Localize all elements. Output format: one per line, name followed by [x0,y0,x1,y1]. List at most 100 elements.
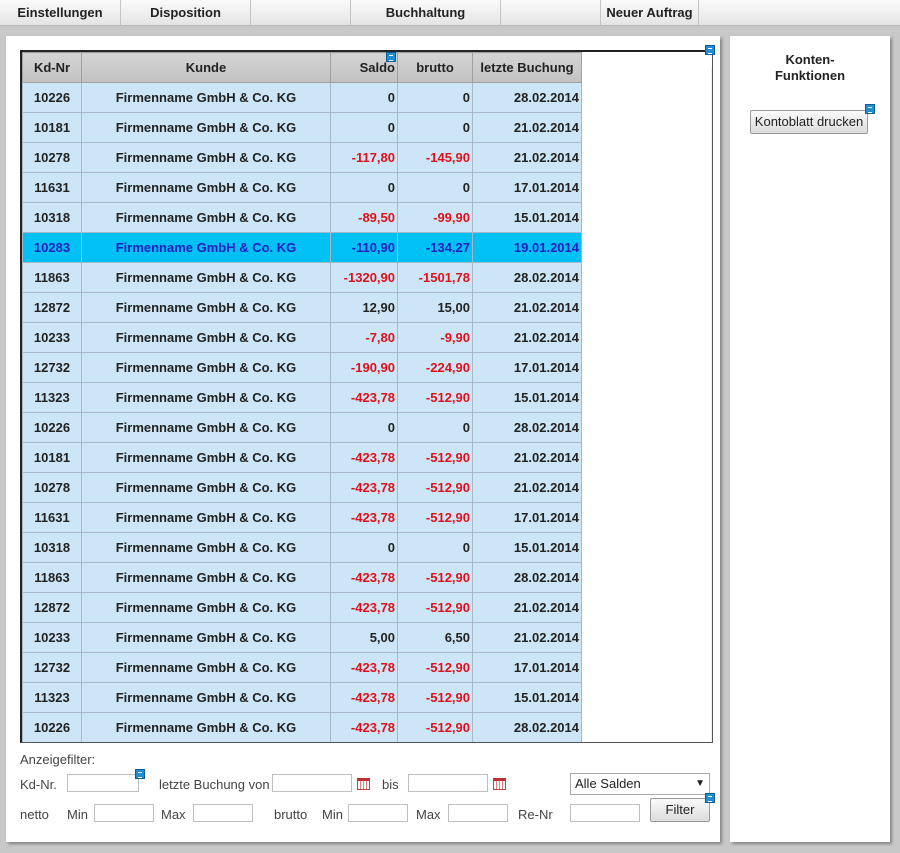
brutto-min-input[interactable] [348,804,408,822]
cell-kdnr: 11323 [22,682,82,713]
date-from-input[interactable] [272,774,352,792]
table-row[interactable]: 10181 Firmenname GmbH & Co. KG -423,78 -512… [22,442,582,473]
cell-kdnr: 10278 [22,472,82,503]
cell-kdnr: 12732 [22,352,82,383]
table-row[interactable]: 12872 Firmenname GmbH & Co. KG -423,78 -512… [22,592,582,623]
table-row[interactable]: 10226 Firmenname GmbH & Co. KG -423,78 -512… [22,712,582,742]
calendar-icon[interactable] [357,778,370,790]
cell-kdnr: 11323 [22,382,82,413]
menu-item-empty-2[interactable] [501,0,601,25]
cell-kdnr: 12872 [22,592,82,623]
cell-brutto: -512,90 [397,502,473,533]
cell-letzte-buchung: 28.02.2014 [472,82,582,113]
column-header-kdnr[interactable]: Kd-Nr [22,52,82,83]
customer-grid: Kd-Nr Kunde Saldo brutto letzte Buchung … [20,50,713,743]
cell-letzte-buchung: 21.02.2014 [472,472,582,503]
cell-brutto: -9,90 [397,322,473,353]
netto-min-label: Min [67,807,88,822]
note-icon[interactable] [135,769,145,779]
cell-brutto: -512,90 [397,442,473,473]
menu-item-empty-1[interactable] [251,0,351,25]
cell-brutto: -512,90 [397,652,473,683]
cell-saldo: -423,78 [330,562,398,593]
calendar-icon[interactable] [493,778,506,790]
cell-letzte-buchung: 19.01.2014 [472,232,582,263]
table-row[interactable]: 10226 Firmenname GmbH & Co. KG 0 0 28.02.201… [22,412,582,443]
kdnr-filter-input[interactable] [67,774,139,792]
brutto-label: brutto [274,807,308,822]
note-icon[interactable] [386,52,396,62]
cell-saldo: 0 [330,82,398,113]
netto-min-input[interactable] [94,804,154,822]
cell-letzte-buchung: 21.02.2014 [472,622,582,653]
cell-kunde: Firmenname GmbH & Co. KG [81,622,331,653]
cell-brutto: -99,90 [397,202,473,233]
note-icon[interactable] [705,45,715,55]
table-row[interactable]: 10283 Firmenname GmbH & Co. KG -110,90 -134… [22,232,582,263]
menu-item-disposition[interactable]: Disposition [121,0,251,25]
cell-kunde: Firmenname GmbH & Co. KG [81,712,331,742]
netto-max-input[interactable] [193,804,253,822]
note-icon[interactable] [865,104,875,114]
side-title-line2: Funktionen [774,68,846,83]
renr-input[interactable] [570,804,640,822]
date-to-input[interactable] [408,774,488,792]
table-row[interactable]: 10318 Firmenname GmbH & Co. KG -89,50 -99,9… [22,202,582,233]
cell-brutto: -512,90 [397,682,473,713]
table-row[interactable]: 11323 Firmenname GmbH & Co. KG -423,78 -512… [22,682,582,713]
cell-brutto: 0 [397,112,473,143]
table-row[interactable]: 11323 Firmenname GmbH & Co. KG -423,78 -512… [22,382,582,413]
cell-kunde: Firmenname GmbH & Co. KG [81,532,331,563]
table-row[interactable]: 11863 Firmenname GmbH & Co. KG -423,78 -512… [22,562,582,593]
filter-button[interactable]: Filter [650,798,710,822]
table-row[interactable]: 11631 Firmenname GmbH & Co. KG -423,78 -512… [22,502,582,533]
cell-brutto: 0 [397,172,473,203]
cell-kunde: Firmenname GmbH & Co. KG [81,562,331,593]
table-row[interactable]: 11631 Firmenname GmbH & Co. KG 0 0 17.01.201… [22,172,582,203]
cell-kdnr: 10226 [22,82,82,113]
cell-letzte-buchung: 21.02.2014 [472,442,582,473]
cell-kunde: Firmenname GmbH & Co. KG [81,502,331,533]
column-header-kunde[interactable]: Kunde [81,52,331,83]
cell-saldo: -423,78 [330,382,398,413]
cell-kunde: Firmenname GmbH & Co. KG [81,172,331,203]
cell-saldo: -423,78 [330,472,398,503]
brutto-max-input[interactable] [448,804,508,822]
cell-letzte-buchung: 28.02.2014 [472,712,582,742]
table-row[interactable]: 12732 Firmenname GmbH & Co. KG -423,78 -512… [22,652,582,683]
table-row[interactable]: 10318 Firmenname GmbH & Co. KG 0 0 15.01.201… [22,532,582,563]
note-icon[interactable] [705,793,715,803]
cell-letzte-buchung: 21.02.2014 [472,112,582,143]
table-row[interactable]: 10226 Firmenname GmbH & Co. KG 0 0 28.02.201… [22,82,582,113]
salden-select[interactable]: Alle Salden ▼ [570,773,710,795]
table-row[interactable]: 10233 Firmenname GmbH & Co. KG -7,80 -9,90 2… [22,322,582,353]
menu-item-buchhaltung[interactable]: Buchhaltung [351,0,501,25]
filter-title: Anzeigefilter: [20,752,96,767]
cell-brutto: -224,90 [397,352,473,383]
table-row[interactable]: 10181 Firmenname GmbH & Co. KG 0 0 21.02.201… [22,112,582,143]
table-row[interactable]: 12872 Firmenname GmbH & Co. KG 12,90 15,00 2… [22,292,582,323]
cell-kunde: Firmenname GmbH & Co. KG [81,592,331,623]
kontoblatt-drucken-button[interactable]: Kontoblatt drucken [750,110,868,134]
table-row[interactable]: 10278 Firmenname GmbH & Co. KG -423,78 -512… [22,472,582,503]
cell-saldo: 5,00 [330,622,398,653]
menu-item-neuer-auftrag[interactable]: Neuer Auftrag [601,0,699,25]
cell-kdnr: 10226 [22,712,82,742]
column-header-brutto[interactable]: brutto [397,52,473,83]
cell-letzte-buchung: 28.02.2014 [472,412,582,443]
cell-kdnr: 10278 [22,142,82,173]
table-row[interactable]: 10233 Firmenname GmbH & Co. KG 5,00 6,50 21.… [22,622,582,653]
menu-item-einstellungen[interactable]: Einstellungen [0,0,121,25]
cell-kdnr: 12732 [22,652,82,683]
cell-saldo: -190,90 [330,352,398,383]
table-row[interactable]: 11863 Firmenname GmbH & Co. KG -1320,90 -15… [22,262,582,293]
column-header-letzte-buchung[interactable]: letzte Buchung [472,52,582,83]
cell-brutto: -512,90 [397,562,473,593]
salden-select-value: Alle Salden [575,776,641,791]
cell-saldo: -89,50 [330,202,398,233]
table-row[interactable]: 12732 Firmenname GmbH & Co. KG -190,90 -224… [22,352,582,383]
cell-saldo: -110,90 [330,232,398,263]
table-row[interactable]: 10278 Firmenname GmbH & Co. KG -117,80 -145… [22,142,582,173]
vertical-scrollbar[interactable]: ▲ ≡ ▼ [711,68,712,742]
cell-letzte-buchung: 17.01.2014 [472,502,582,533]
